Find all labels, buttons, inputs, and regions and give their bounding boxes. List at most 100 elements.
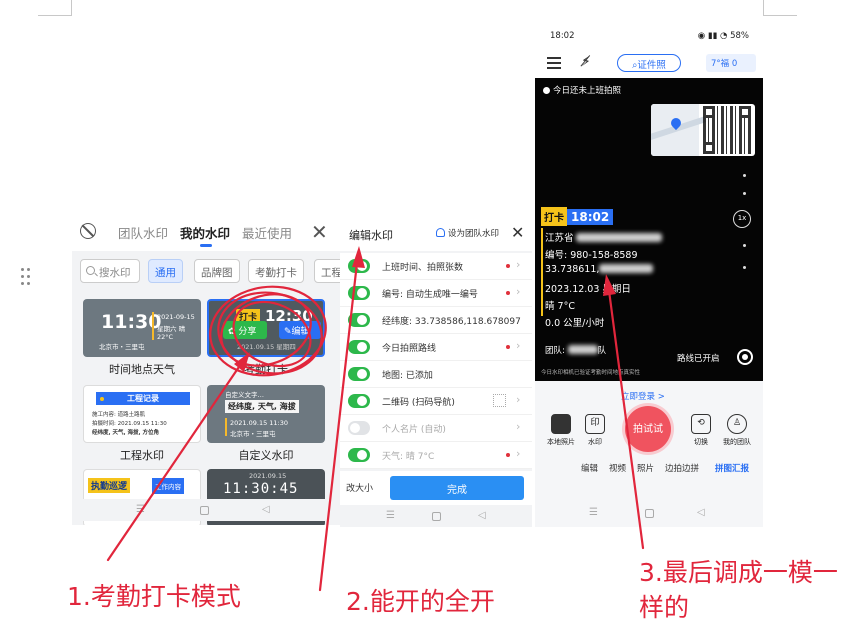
location-text: 江苏省	[545, 233, 574, 244]
action-label: 本地照片	[547, 438, 575, 446]
mode-video[interactable]: 视频	[609, 462, 626, 474]
close-icon[interactable]: ✕	[511, 223, 524, 242]
watermark-card-time-place-weather[interactable]: 11:30 2021-09-15 星期六 晴 22°C 北京市・三里屯	[83, 299, 201, 357]
redacted-text	[567, 345, 598, 354]
menu-nav-icon[interactable]: ☰	[386, 510, 395, 521]
tab-recent[interactable]: 最近使用	[242, 223, 292, 242]
card-label: 时间地点天气	[109, 363, 175, 376]
setting-row[interactable]: 地图: 已添加	[340, 361, 532, 388]
edit-button[interactable]: ✎编辑	[279, 321, 321, 339]
side-dot	[743, 174, 746, 177]
new-dot	[506, 453, 510, 457]
filter-chip-general[interactable]: 通用	[148, 259, 183, 283]
set-team-watermark-button[interactable]: 设为团队水印	[436, 227, 499, 239]
menu-icon[interactable]	[547, 57, 561, 69]
tab-my-watermark[interactable]: 我的水印	[180, 223, 230, 242]
setting-row[interactable]: 编号: 自动生成唯一编号 ›	[340, 280, 532, 307]
share-button[interactable]: ✿ 分享	[223, 321, 267, 339]
chevron-right-icon: ›	[516, 339, 521, 352]
close-icon[interactable]: ✕	[311, 220, 328, 244]
toggle-switch[interactable]	[348, 286, 370, 300]
mode-stitch[interactable]: 边拍边拼	[665, 462, 699, 474]
weather-camera-badge[interactable]: 7°福 0	[706, 54, 756, 72]
edit-header: 编辑水印 设为团队水印 ✕	[340, 215, 532, 251]
menu-nav-icon[interactable]: ☰	[589, 507, 598, 518]
card-title: 执勤巡逻	[88, 478, 131, 493]
drag-handle-icon[interactable]	[21, 268, 33, 286]
watermark-card-attendance[interactable]: 打卡 12:30 2021.09.15 星期四 ✿ 分享 ✎编辑	[207, 299, 325, 357]
menu-nav-icon[interactable]: ☰	[136, 504, 145, 515]
tab-team-watermark[interactable]: 团队水印	[118, 223, 168, 242]
home-nav-icon[interactable]	[645, 509, 654, 518]
mode-edit[interactable]: 编辑	[581, 462, 598, 474]
setting-row[interactable]: 经纬度: 33.738586,118.678097	[340, 307, 532, 334]
annotation-step-3: 3.最后调成一模一	[639, 558, 838, 587]
edit-footer: 改大小 完成	[340, 471, 532, 505]
team-suffix: 队	[597, 346, 607, 356]
redacted-text	[599, 264, 654, 273]
qr-code-icon	[703, 106, 751, 154]
home-nav-icon[interactable]	[200, 506, 209, 515]
no-watermark-icon[interactable]	[80, 223, 96, 239]
setting-label: 今日拍照路线	[382, 344, 437, 354]
share-label: 分享	[238, 327, 257, 337]
my-team-button[interactable]: ♙ 我的团队	[717, 414, 757, 447]
route-status: 路线已开启	[677, 354, 720, 364]
setting-row[interactable]: 个人名片 (自动) ›	[340, 415, 532, 442]
back-nav-icon[interactable]: ◁	[697, 507, 705, 518]
edit-label: 编辑	[291, 327, 310, 337]
side-dot	[743, 192, 746, 195]
new-dot	[506, 345, 510, 349]
switch-camera-button[interactable]: ⟲ 切换	[681, 414, 721, 447]
toggle-switch[interactable]	[348, 421, 370, 435]
card-date: 2021-09-15	[157, 313, 195, 321]
flash-off-icon[interactable]: ⚡̸	[581, 54, 591, 70]
card-date: 2021.09.15 星期四	[237, 343, 296, 351]
mode-photo[interactable]: 照片	[637, 462, 654, 474]
toggle-switch[interactable]	[348, 259, 370, 273]
toggle-switch[interactable]	[348, 313, 370, 327]
id-photo-label: 证件照	[637, 60, 666, 71]
filter-chip-brand[interactable]: 品牌图	[194, 259, 240, 283]
toggle-switch[interactable]	[348, 340, 370, 354]
setting-row[interactable]: 二维码 (扫码导航) ›	[340, 388, 532, 415]
watermark-line-coords: 33.738611,	[545, 264, 654, 275]
camera-viewfinder[interactable]: 今日还未上班拍照 1x 打卡 18:02 江苏省 编号: 980-158-8589…	[535, 78, 763, 381]
setting-row[interactable]: 今日拍照路线 ›	[340, 334, 532, 361]
shutter-button[interactable]: 拍试试	[625, 406, 671, 452]
punch-tag: 打卡	[541, 207, 567, 226]
locate-icon[interactable]	[737, 349, 753, 365]
punch-stamp: 打卡 18:02	[541, 206, 614, 226]
team-icon	[436, 228, 445, 237]
home-nav-icon[interactable]	[432, 512, 441, 521]
setting-row[interactable]: 天气: 晴 7°C ›	[340, 442, 532, 469]
card-highlight: 经纬度, 天气, 海拔	[225, 400, 299, 413]
new-dot	[506, 291, 510, 295]
login-link[interactable]: 立即登录 >	[621, 390, 665, 402]
watermark-card-engineering[interactable]: 工程记录 施工内容: 道路土路肌 拍摄时间: 2021.09.15 11:30 …	[83, 385, 201, 443]
page-corner-mark	[38, 0, 72, 16]
done-button[interactable]: 完成	[390, 476, 524, 500]
toggle-switch[interactable]	[348, 367, 370, 381]
toggle-switch[interactable]	[348, 394, 370, 408]
annotation-step-1: 1.考勤打卡模式	[67, 582, 241, 611]
setting-label: 编号: 自动生成唯一编号	[382, 290, 478, 300]
id-photo-button[interactable]: ⌕证件照	[617, 54, 681, 72]
resize-button[interactable]: 改大小	[346, 481, 373, 494]
setting-row[interactable]: 上班时间、拍照张数 ›	[340, 253, 532, 280]
zoom-button[interactable]: 1x	[733, 210, 751, 228]
toggle-switch[interactable]	[348, 448, 370, 462]
status-right: ◉ ▮▮ ◔ 58%	[698, 31, 749, 41]
filter-bar: 搜水印 通用 品牌图 考勤打卡 工程	[72, 257, 340, 285]
setting-label: 天气: 晴 7°C	[382, 452, 435, 462]
watermark-card-custom[interactable]: 自定义文字… 经纬度, 天气, 海拔 2021.09.15 11:30 北京市・…	[207, 385, 325, 443]
filter-chip-engineering[interactable]: 工程	[314, 259, 340, 283]
side-dot	[743, 244, 746, 247]
mode-collage-report[interactable]: 拼图汇报	[715, 462, 749, 474]
search-input[interactable]: 搜水印	[80, 259, 140, 283]
back-nav-icon[interactable]: ◁	[262, 504, 270, 515]
redacted-text	[575, 233, 662, 242]
watermark-button[interactable]: 印水印	[575, 414, 615, 447]
back-nav-icon[interactable]: ◁	[478, 510, 486, 521]
filter-chip-attendance[interactable]: 考勤打卡	[248, 259, 304, 283]
